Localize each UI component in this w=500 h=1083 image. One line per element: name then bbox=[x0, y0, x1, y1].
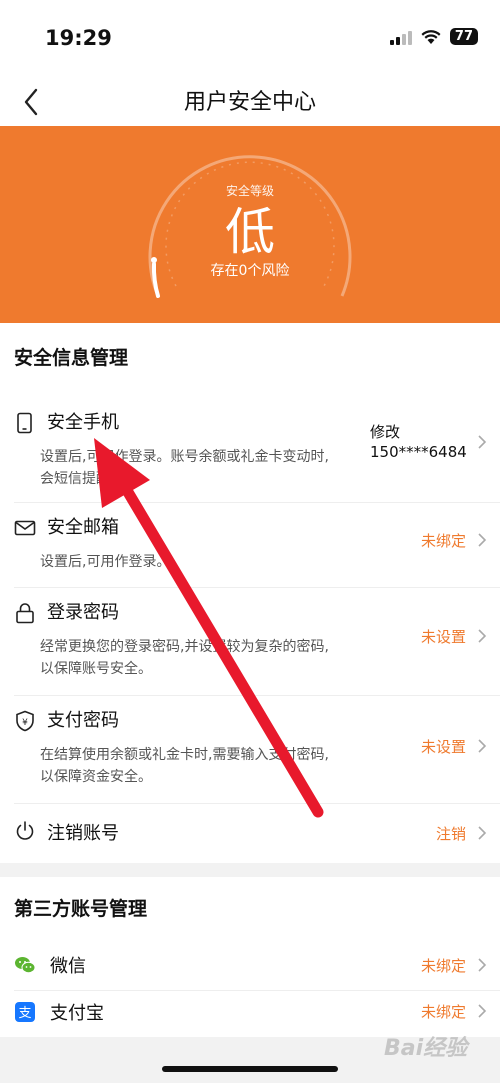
row-title: 支付宝 bbox=[50, 1003, 104, 1024]
battery-icon: 77 bbox=[449, 28, 478, 45]
status-text: 注销 bbox=[435, 825, 466, 843]
security-info-section: 安全信息管理 安全手机 设置后,可用作登录。账号余额或礼金卡变动时,会短信提醒您… bbox=[0, 323, 500, 863]
status-bar: 19:29 77 bbox=[0, 0, 500, 78]
mail-icon bbox=[14, 520, 36, 536]
lock-icon bbox=[16, 603, 34, 624]
page-title: 用户安全中心 bbox=[183, 90, 316, 115]
chevron-right-icon bbox=[478, 1004, 487, 1018]
power-icon bbox=[16, 821, 34, 840]
status-time: 19:29 bbox=[45, 26, 112, 50]
row-safe-email[interactable]: 安全邮箱 设置后,可用作登录。 未绑定 bbox=[14, 503, 500, 588]
status-icons: 77 bbox=[389, 28, 478, 45]
row-safe-phone[interactable]: 安全手机 设置后,可用作登录。账号余额或礼金卡变动时,会短信提醒您。 修改 15… bbox=[14, 398, 500, 503]
row-desc: 在结算使用余额或礼金卡时,需要输入支付密码,以保障资金安全。 bbox=[40, 747, 329, 785]
row-payment-password[interactable]: ¥ 支付密码 在结算使用余额或礼金卡时,需要输入支付密码,以保障资金安全。 未设… bbox=[14, 696, 500, 804]
row-title: 注销账号 bbox=[47, 823, 119, 844]
chevron-right-icon bbox=[478, 826, 487, 840]
wifi-icon bbox=[421, 29, 441, 44]
risk-count-text: 存在0个风险 bbox=[210, 263, 290, 279]
modify-link[interactable]: 修改 bbox=[370, 422, 467, 442]
security-level-banner: 安全等级 低 存在0个风险 bbox=[0, 126, 500, 323]
chevron-right-icon bbox=[478, 533, 487, 547]
status-text: 未绑定 bbox=[420, 957, 466, 975]
phone-number: 150****6484 bbox=[370, 443, 467, 461]
wechat-icon bbox=[15, 957, 36, 974]
status-text: 未绑定 bbox=[420, 1003, 466, 1021]
third-party-section: 第三方账号管理 微信 未绑定 支 支付宝 未绑定 bbox=[0, 877, 500, 1037]
chevron-right-icon bbox=[478, 629, 487, 643]
section-title: 第三方账号管理 bbox=[14, 898, 148, 920]
chevron-right-icon bbox=[478, 958, 487, 972]
row-title: 微信 bbox=[50, 956, 86, 977]
row-desc: 设置后,可用作登录。 bbox=[40, 554, 171, 570]
row-title: 安全邮箱 bbox=[47, 517, 119, 538]
row-title: 安全手机 bbox=[47, 412, 119, 433]
status-text: 未绑定 bbox=[420, 532, 466, 550]
nav-bar: 用户安全中心 bbox=[0, 78, 500, 126]
security-level-value: 低 bbox=[225, 203, 275, 261]
shield-icon: ¥ bbox=[16, 710, 34, 732]
status-text: 未设置 bbox=[420, 628, 466, 646]
row-cancel-account[interactable]: 注销账号 注销 bbox=[14, 804, 500, 859]
signal-icon bbox=[389, 29, 412, 45]
section-title: 安全信息管理 bbox=[14, 347, 129, 369]
chevron-right-icon bbox=[478, 435, 487, 449]
svg-text:支: 支 bbox=[18, 1006, 31, 1021]
row-title: 支付密码 bbox=[47, 710, 119, 731]
alipay-icon: 支 bbox=[15, 1002, 35, 1022]
status-text: 未设置 bbox=[420, 738, 466, 756]
phone-info: 修改 150****6484 bbox=[370, 422, 467, 462]
phone-icon bbox=[17, 412, 32, 434]
svg-text:¥: ¥ bbox=[22, 718, 28, 728]
row-wechat[interactable]: 微信 未绑定 bbox=[14, 941, 500, 991]
row-login-password[interactable]: 登录密码 经常更换您的登录密码,并设置较为复杂的密码,以保障账号安全。 未设置 bbox=[14, 588, 500, 696]
chevron-right-icon bbox=[478, 739, 487, 753]
row-desc: 经常更换您的登录密码,并设置较为复杂的密码,以保障账号安全。 bbox=[40, 639, 329, 677]
row-desc: 设置后,可用作登录。账号余额或礼金卡变动时,会短信提醒您。 bbox=[40, 449, 329, 487]
row-title: 登录密码 bbox=[47, 602, 119, 623]
home-indicator bbox=[162, 1066, 338, 1072]
watermark: Bai经验 bbox=[384, 1036, 468, 1061]
